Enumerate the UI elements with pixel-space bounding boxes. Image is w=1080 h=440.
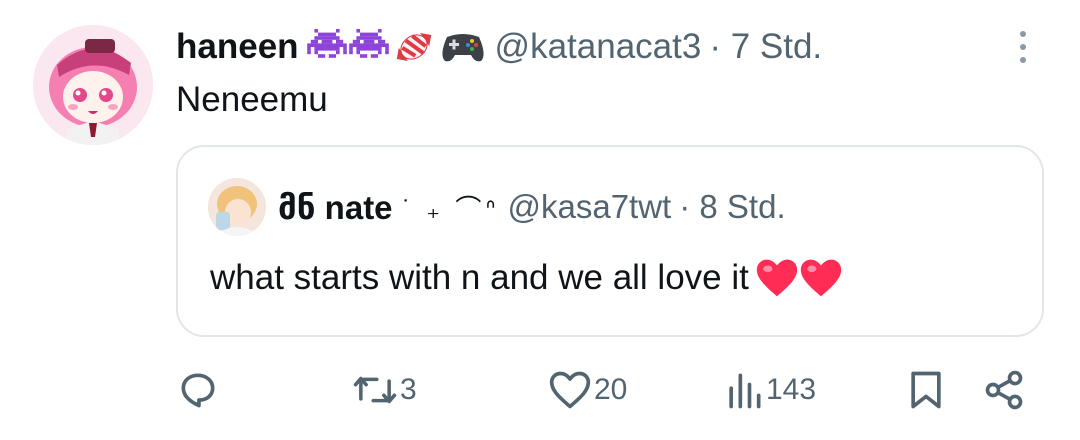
retweet-button[interactable]: 3 — [352, 360, 417, 420]
dot — [1020, 57, 1026, 63]
quoted-tweet-header: მნ nate ˙ ₊ ⌒ᐢ @kasa7twt · 8 Std. — [208, 177, 786, 237]
tweet-text: Neneemu — [176, 80, 328, 119]
more-options-icon[interactable] — [1000, 20, 1046, 74]
alien-monster-icon — [348, 29, 389, 58]
quoted-author-name-text: მნ nate — [278, 188, 393, 226]
tweet-actions: 3 20 143 — [176, 360, 1036, 420]
share-button[interactable] — [982, 360, 1026, 420]
tweet-timestamp[interactable]: · 7 Std. — [709, 27, 822, 67]
share-icon — [985, 370, 1023, 410]
quoted-author-avatar — [208, 178, 266, 236]
retweet-icon — [353, 376, 397, 404]
bookmark-icon — [911, 371, 941, 409]
heart-icon — [756, 259, 798, 297]
like-button[interactable]: 20 — [548, 360, 627, 420]
views-button[interactable]: 143 — [724, 360, 816, 420]
quoted-author-decoration: ˙ ₊ ⌒ᐢ — [402, 193, 500, 224]
quoted-tweet-text-row: what starts with n and we all love it — [210, 257, 843, 299]
views-icon — [729, 373, 761, 409]
dot — [1020, 31, 1026, 37]
like-count: 20 — [594, 373, 628, 406]
quoted-tweet[interactable]: მნ nate ˙ ₊ ⌒ᐢ @kasa7twt · 8 Std. what s… — [176, 145, 1044, 337]
reply-button[interactable] — [176, 360, 222, 420]
author-handle[interactable]: @katanacat3 — [495, 27, 702, 67]
game-controller-icon — [441, 34, 484, 62]
bookmark-button[interactable] — [906, 360, 946, 420]
author-avatar[interactable] — [33, 25, 153, 145]
heart-emojis — [755, 257, 843, 299]
quoted-tweet-timestamp[interactable]: · 8 Std. — [679, 188, 785, 226]
tweet-header: haneen @katanacat3 · 7 Std. — [176, 22, 822, 72]
author-emojis — [306, 27, 487, 67]
views-count: 143 — [766, 373, 817, 406]
retweet-count: 3 — [400, 373, 417, 406]
reply-icon — [181, 373, 215, 408]
dot — [1020, 44, 1026, 50]
alien-monster-icon — [306, 29, 347, 58]
author-name[interactable]: haneen — [176, 27, 299, 67]
candy-icon — [396, 32, 431, 62]
quoted-author-handle[interactable]: @kasa7twt — [508, 188, 672, 226]
heart-icon — [800, 259, 842, 297]
heart-outline-icon — [549, 371, 591, 409]
quoted-author-name[interactable]: მნ nate ˙ ₊ ⌒ᐢ — [278, 188, 500, 227]
quoted-tweet-text: what starts with n and we all love it — [210, 258, 749, 297]
